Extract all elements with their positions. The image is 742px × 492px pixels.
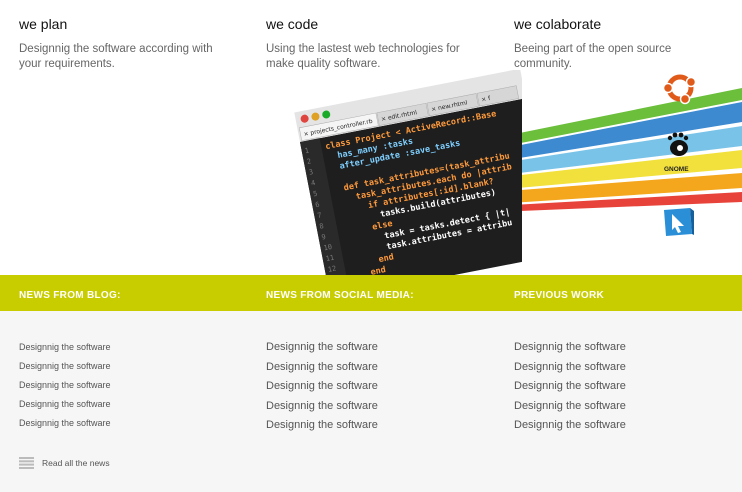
intro-code-text: Using the lastest web technologies for m…: [266, 43, 460, 70]
sections-body: Designnig the software Designnig the sof…: [0, 311, 742, 492]
blog-news-list: Designnig the software Designnig the sof…: [19, 341, 111, 436]
read-all-news-link[interactable]: Read all the news: [19, 457, 110, 469]
social-news-list: Designnig the software Designnig the sof…: [266, 341, 378, 439]
hero-illustration: GNOME × projects_controller.rb × edit.rh…: [0, 70, 742, 275]
work-section-title: PREVIOUS WORK: [514, 290, 605, 301]
intro-plan: we plan Designnig the software according…: [19, 16, 219, 72]
blog-news-link[interactable]: Designnig the software: [19, 417, 111, 436]
line-number: 11: [325, 254, 335, 263]
social-news-link[interactable]: Designnig the software: [266, 400, 378, 420]
blog-news-link[interactable]: Designnig the software: [19, 379, 111, 398]
previous-work-link[interactable]: Designnig the software: [514, 361, 626, 381]
blog-news-link[interactable]: Designnig the software: [19, 398, 111, 417]
list-lines-icon: [19, 457, 34, 469]
gnome-label: GNOME: [664, 166, 689, 173]
page: we plan Designnig the software according…: [0, 0, 742, 492]
intro-collab-text: Beeing part of the open source community…: [514, 43, 672, 70]
line-number: 12: [327, 264, 337, 273]
intro-code: we code Using the lastest web technologi…: [266, 16, 466, 72]
blog-news-link[interactable]: Designnig the software: [19, 360, 111, 379]
intro-plan-text: Designnig the software according with yo…: [19, 43, 213, 70]
previous-work-list: Designnig the software Designnig the sof…: [514, 341, 626, 439]
social-news-link[interactable]: Designnig the software: [266, 341, 378, 361]
read-all-news-label: Read all the news: [42, 458, 110, 468]
previous-work-link[interactable]: Designnig the software: [514, 419, 626, 439]
line-number: 10: [323, 243, 333, 252]
arrow-cursor-icon: [664, 208, 694, 236]
social-news-link[interactable]: Designnig the software: [266, 361, 378, 381]
sections-header-band: NEWS FROM BLOG: NEWS FROM SOCIAL MEDIA: …: [0, 275, 742, 311]
previous-work-link[interactable]: Designnig the software: [514, 380, 626, 400]
blog-section-title: NEWS FROM BLOG:: [19, 290, 121, 301]
intro-collab: we colaborate Beeing part of the open so…: [514, 16, 714, 72]
social-news-link[interactable]: Designnig the software: [266, 419, 378, 439]
previous-work-link[interactable]: Designnig the software: [514, 341, 626, 361]
social-section-title: NEWS FROM SOCIAL MEDIA:: [266, 290, 414, 301]
intro-code-title: we code: [266, 16, 319, 32]
previous-work-link[interactable]: Designnig the software: [514, 400, 626, 420]
social-news-link[interactable]: Designnig the software: [266, 380, 378, 400]
intro-collab-title: we colaborate: [514, 16, 602, 32]
code-editor-window: × projects_controller.rb × edit.rhtml × …: [294, 70, 522, 275]
intro-plan-title: we plan: [19, 16, 68, 32]
blog-news-link[interactable]: Designnig the software: [19, 341, 111, 360]
